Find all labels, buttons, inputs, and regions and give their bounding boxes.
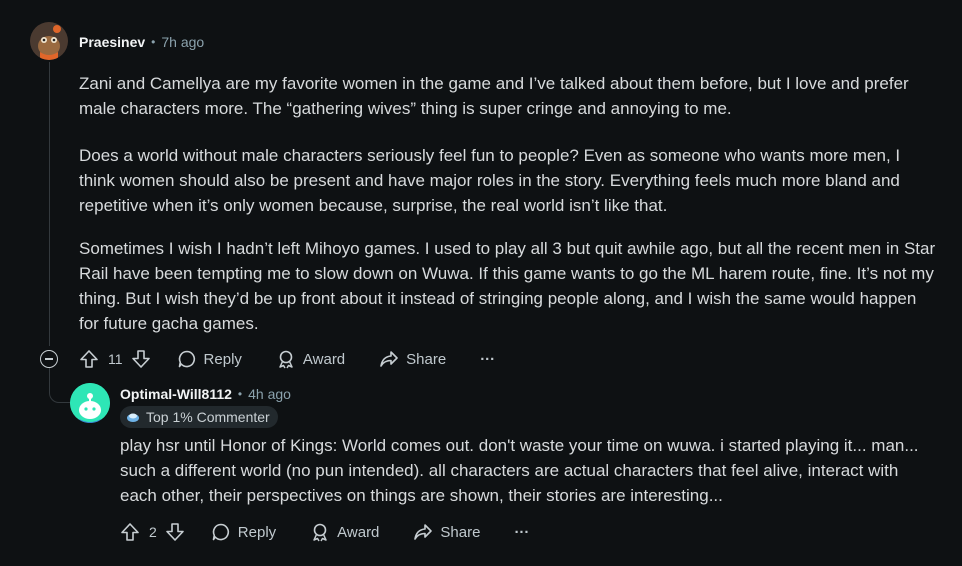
award-icon bbox=[313, 523, 327, 542]
thread-connector bbox=[49, 368, 72, 403]
more-icon: ··· bbox=[480, 350, 496, 368]
comment-paragraph: play hsr until Honor of Kings: World com… bbox=[120, 436, 919, 505]
meta-separator: • bbox=[237, 387, 243, 401]
comment-meta: Praesinev • 7h ago bbox=[79, 34, 204, 50]
downvote-icon bbox=[165, 523, 184, 541]
more-options-button[interactable]: ··· bbox=[480, 351, 495, 368]
award-label: Award bbox=[337, 523, 380, 541]
vote-count: 2 bbox=[149, 524, 157, 540]
comment-actions: 11 Reply Award Share ··· bbox=[79, 349, 495, 369]
meta-separator: • bbox=[151, 35, 156, 49]
reply-icon bbox=[212, 523, 229, 541]
avatar-image bbox=[70, 383, 110, 423]
vote-count: 11 bbox=[108, 351, 123, 367]
share-label: Share bbox=[440, 523, 481, 541]
award-button[interactable]: Award bbox=[276, 349, 345, 369]
more-options-button[interactable]: ··· bbox=[514, 524, 529, 541]
author-name[interactable]: Optimal-Will8112 bbox=[120, 386, 232, 402]
flair-icon bbox=[127, 413, 139, 422]
timestamp[interactable]: 7h ago bbox=[161, 34, 204, 50]
share-icon bbox=[414, 524, 433, 540]
collapse-icon[interactable] bbox=[40, 350, 58, 368]
award-icon bbox=[279, 350, 293, 369]
reply-button[interactable]: Reply bbox=[211, 522, 276, 542]
upvote-button[interactable] bbox=[79, 349, 99, 369]
reply-button[interactable]: Reply bbox=[177, 349, 242, 369]
author-name[interactable]: Praesinev bbox=[79, 34, 145, 50]
avatar[interactable] bbox=[30, 22, 68, 60]
avatar-image bbox=[30, 22, 68, 60]
award-label: Award bbox=[302, 350, 346, 368]
more-icon: ··· bbox=[514, 523, 530, 541]
reply-label: Reply bbox=[237, 523, 277, 541]
reply-icon bbox=[178, 350, 195, 368]
share-button[interactable]: Share bbox=[379, 349, 446, 369]
comment-actions: 2 Reply Award Share ··· bbox=[120, 522, 529, 542]
downvote-icon bbox=[131, 350, 150, 368]
comment-paragraph: Does a world without male characters ser… bbox=[79, 146, 901, 215]
award-button[interactable]: Award bbox=[310, 522, 379, 542]
upvote-icon bbox=[80, 350, 98, 368]
timestamp[interactable]: 4h ago bbox=[248, 386, 291, 402]
flair-label: Top 1% Commenter bbox=[146, 409, 270, 425]
upvote-icon bbox=[121, 523, 139, 541]
comment-meta: Optimal-Will8112 • 4h ago bbox=[120, 386, 291, 402]
comment-paragraph: Sometimes I wish I hadn’t left Mihoyo ga… bbox=[79, 239, 936, 333]
comment-paragraph: Zani and Camellya are my favorite women … bbox=[79, 74, 909, 118]
downvote-button[interactable] bbox=[165, 522, 185, 542]
share-button[interactable]: Share bbox=[413, 522, 480, 542]
share-label: Share bbox=[406, 350, 447, 368]
share-icon bbox=[380, 351, 398, 367]
downvote-button[interactable] bbox=[131, 349, 151, 369]
upvote-button[interactable] bbox=[120, 522, 140, 542]
thread-line bbox=[49, 62, 50, 346]
reply-label: Reply bbox=[203, 350, 242, 368]
user-flair: Top 1% Commenter bbox=[120, 406, 278, 428]
avatar[interactable] bbox=[70, 383, 110, 423]
